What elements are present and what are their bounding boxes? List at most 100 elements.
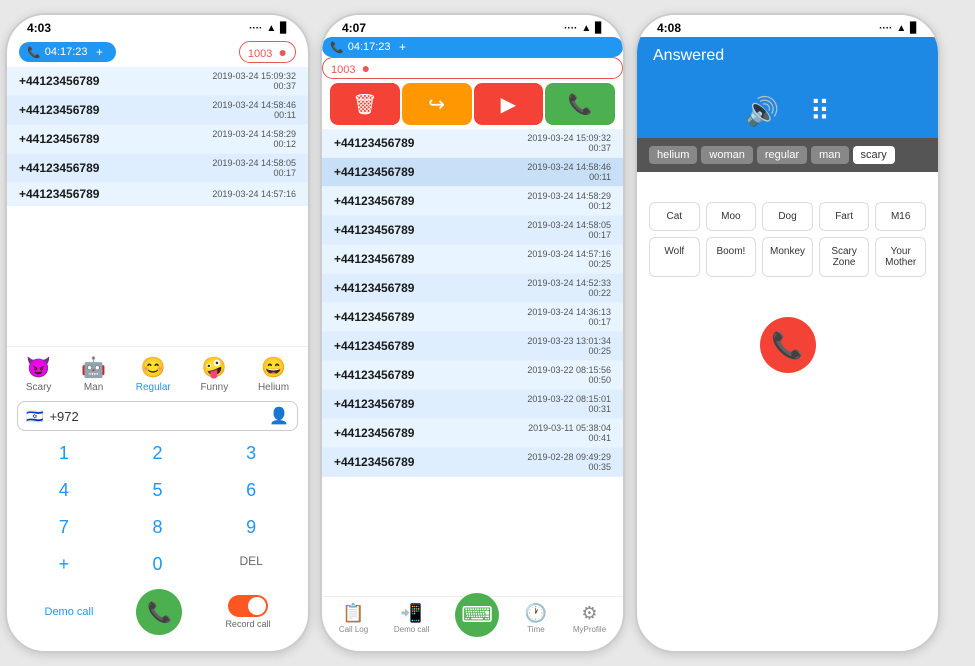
call-item-2-10[interactable]: +44123456789 2019-03-22 08:15:01 00:31 (322, 390, 623, 419)
bottom-nav-2: 📋 Call Log 📲 Demo call ⌨ 🕐 Time ⚙ MyProf… (322, 596, 623, 651)
dial-6[interactable]: 6 (204, 472, 298, 509)
sound-monkey[interactable]: Monkey (762, 237, 813, 277)
nav-dialpad-btn[interactable]: ⌨ (455, 593, 499, 637)
dial-0[interactable]: 0 (111, 546, 205, 583)
dial-3[interactable]: 3 (204, 435, 298, 472)
sound-dog[interactable]: Dog (762, 202, 813, 231)
call-meta: 2019-03-24 14:57:16 (212, 189, 296, 199)
funny-icon: 🤪 (202, 355, 227, 380)
dial-9[interactable]: 9 (204, 509, 298, 546)
call-button-1[interactable]: 📞 (136, 589, 182, 635)
sound-wolf[interactable]: Wolf (649, 237, 700, 277)
tab-man[interactable]: man (811, 146, 848, 164)
contact-icon[interactable]: 👤 (269, 406, 289, 426)
delete-action-btn[interactable]: 🗑 (330, 83, 400, 125)
call-item-1-5[interactable]: +44123456789 2019-03-24 14:57:16 (7, 183, 308, 206)
call-number: +44123456789 (19, 74, 99, 88)
dial-2[interactable]: 2 (111, 435, 205, 472)
voice-helium[interactable]: 😄 Helium (258, 355, 289, 393)
nav-time[interactable]: 🕐 Time (525, 603, 547, 637)
status-time-2: 4:07 (342, 21, 366, 35)
dial-7[interactable]: 7 (17, 509, 111, 546)
sound-m16[interactable]: M16 (875, 202, 926, 231)
voice-regular[interactable]: 😊 Regular (136, 355, 171, 393)
dialpad-1: 1 2 3 4 5 6 7 8 9 + 0 DEL (7, 435, 308, 583)
phone-number-display: +972 (49, 409, 263, 424)
status-icons-3: ···· ▲ ▊ (879, 23, 918, 34)
helium-icon: 😄 (261, 355, 286, 380)
timer-bar-1: 📞 04:17:23 + 1003 ● (7, 37, 308, 67)
demo-call-button-1[interactable]: Demo call (45, 606, 94, 618)
flag-input-1[interactable]: 🇮🇱 +972 👤 (17, 401, 298, 431)
dial-del[interactable]: DEL (204, 546, 298, 583)
dial-plus[interactable]: + (17, 546, 111, 583)
call-item-1-3[interactable]: +44123456789 2019-03-24 14:58:29 00:12 (7, 125, 308, 154)
flag-icon: 🇮🇱 (26, 408, 43, 425)
call-item-2-12[interactable]: +44123456789 2019-02-28 09:49:29 00:35 (322, 448, 623, 477)
call-meta: 2019-03-24 14:58:29 00:12 (527, 191, 611, 211)
nav-myprofile[interactable]: ⚙ MyProfile (573, 603, 606, 637)
sound-your-mother[interactable]: Your Mother (875, 237, 926, 277)
call-item-2-11[interactable]: +44123456789 2019-03-11 05:38:04 00:41 (322, 419, 623, 448)
tab-woman[interactable]: woman (701, 146, 752, 164)
call-meta: 2019-03-24 14:52:33 00:22 (527, 278, 611, 298)
nav-demo-call[interactable]: 📲 Demo call (394, 603, 430, 637)
dialpad-button[interactable]: ⠿ (810, 95, 831, 128)
call-count-badge-1: 1003 ● (239, 41, 296, 63)
status-time-3: 4:08 (657, 21, 681, 35)
sound-scary-zone[interactable]: Scary Zone (819, 237, 870, 277)
call-item-2-8[interactable]: +44123456789 2019-03-23 13:01:34 00:25 (322, 332, 623, 361)
time-icon: 🕐 (525, 603, 547, 624)
call-item-2-3[interactable]: +44123456789 2019-03-24 14:58:29 00:12 (322, 187, 623, 216)
call-item-1-2[interactable]: +44123456789 2019-03-24 14:58:46 00:11 (7, 96, 308, 125)
dial-1[interactable]: 1 (17, 435, 111, 472)
call-item-2-9[interactable]: +44123456789 2019-03-22 08:15:56 00:50 (322, 361, 623, 390)
call-item-2-7[interactable]: +44123456789 2019-03-24 14:36:13 00:17 (322, 303, 623, 332)
dial-5[interactable]: 5 (111, 472, 205, 509)
speaker-button[interactable]: 🔊 (745, 95, 780, 128)
signal-icon-2: ···· (564, 23, 577, 34)
voice-man[interactable]: 🤖 Man (81, 355, 106, 393)
voice-funny[interactable]: 🤪 Funny (200, 355, 228, 393)
call-item-2-1[interactable]: +44123456789 2019-03-24 15:09:32 00:37 (322, 129, 623, 158)
play-action-btn[interactable]: ▶ (474, 83, 544, 125)
dial-8[interactable]: 8 (111, 509, 205, 546)
call-item-2-2[interactable]: +44123456789 2019-03-24 14:58:46 00:11 (322, 158, 623, 187)
call-action-btn[interactable]: 📞 (545, 83, 615, 125)
call-number: +44123456789 (334, 165, 414, 179)
wifi-icon-3: ▲ (896, 23, 906, 34)
timer-badge-2: 📞 04:17:23 + (322, 37, 623, 57)
record-toggle[interactable] (228, 595, 268, 617)
record-button-container: Record call (225, 595, 270, 629)
dial-4[interactable]: 4 (17, 472, 111, 509)
forward-action-btn[interactable]: ↪ (402, 83, 472, 125)
tab-regular[interactable]: regular (757, 146, 807, 164)
sound-cat[interactable]: Cat (649, 202, 700, 231)
call-item-2-4[interactable]: +44123456789 2019-03-24 14:58:05 00:17 (322, 216, 623, 245)
myprofile-icon: ⚙ (581, 603, 597, 624)
voice-options-1: 😈 Scary 🤖 Man 😊 Regular 🤪 Funny 😄 Helium (7, 346, 308, 397)
call-item-1-4[interactable]: +44123456789 2019-03-24 14:58:05 00:17 (7, 154, 308, 183)
call-item-2-6[interactable]: +44123456789 2019-03-24 14:52:33 00:22 (322, 274, 623, 303)
phone1-content: 📞 04:17:23 + 1003 ● +44123456789 2019-03… (7, 37, 308, 651)
call-meta: 2019-03-24 14:58:05 00:17 (527, 220, 611, 240)
scary-label: Scary (26, 382, 52, 393)
sound-fart[interactable]: Fart (819, 202, 870, 231)
tab-helium[interactable]: helium (649, 146, 697, 164)
nav-call-log[interactable]: 📋 Call Log (339, 603, 368, 637)
sound-moo[interactable]: Moo (706, 202, 757, 231)
call-meta: 2019-03-24 15:09:32 00:37 (212, 71, 296, 91)
call-meta: 2019-03-24 15:09:32 00:37 (527, 133, 611, 153)
sound-boom[interactable]: Boom! (706, 237, 757, 277)
call-meta: 2019-02-28 09:49:29 00:35 (527, 452, 611, 472)
call-log-label: Call Log (339, 625, 368, 634)
call-item-1-1[interactable]: +44123456789 2019-03-24 15:09:32 00:37 (7, 67, 308, 96)
end-call-button[interactable]: 📞 (760, 317, 816, 373)
call-item-2-5[interactable]: +44123456789 2019-03-24 14:57:16 00:25 (322, 245, 623, 274)
red-dot-2: ● (362, 60, 370, 76)
call-number: +44123456789 (19, 132, 99, 146)
voice-scary[interactable]: 😈 Scary (26, 355, 52, 393)
tab-scary[interactable]: scary (853, 146, 895, 164)
timer-plus-2[interactable]: + (395, 39, 411, 55)
timer-plus-1[interactable]: + (92, 44, 108, 60)
